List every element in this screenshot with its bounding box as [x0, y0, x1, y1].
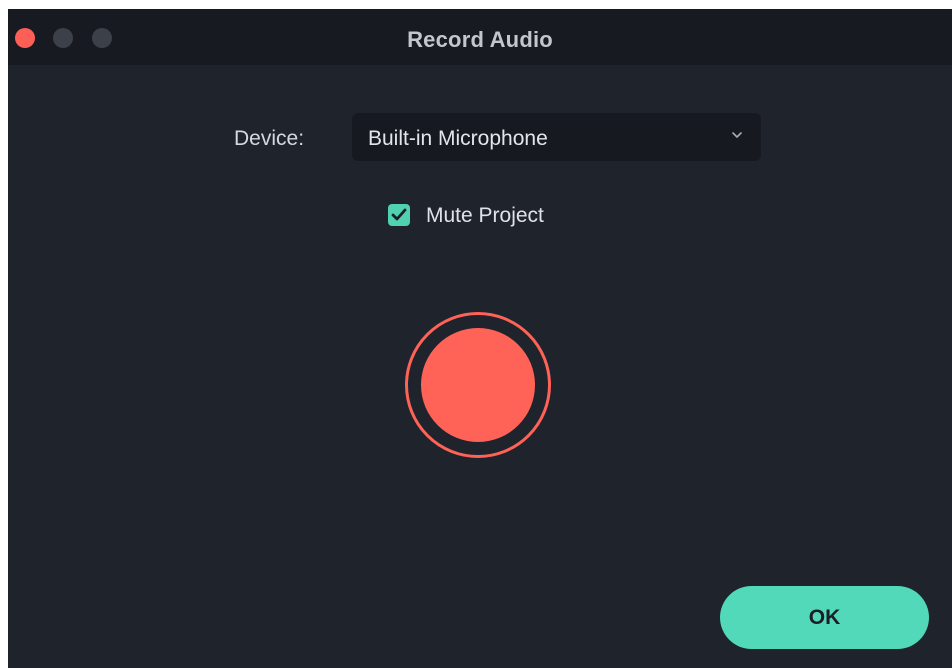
record-audio-window: Record Audio Device: Built-in Microphone…	[8, 9, 952, 668]
record-button[interactable]	[405, 312, 551, 458]
checkmark-icon	[391, 208, 407, 221]
mute-project-label: Mute Project	[426, 204, 544, 227]
window-title: Record Audio	[407, 27, 553, 52]
device-dropdown[interactable]: Built-in Microphone	[352, 113, 761, 161]
device-selected-value: Built-in Microphone	[368, 127, 548, 150]
title-bar: Record Audio	[8, 9, 952, 65]
device-label: Device:	[234, 127, 305, 150]
mute-project-checkbox[interactable]	[388, 204, 410, 226]
chevron-down-icon	[732, 132, 742, 138]
record-circle-icon	[421, 328, 535, 442]
ok-button[interactable]: OK	[720, 586, 929, 649]
